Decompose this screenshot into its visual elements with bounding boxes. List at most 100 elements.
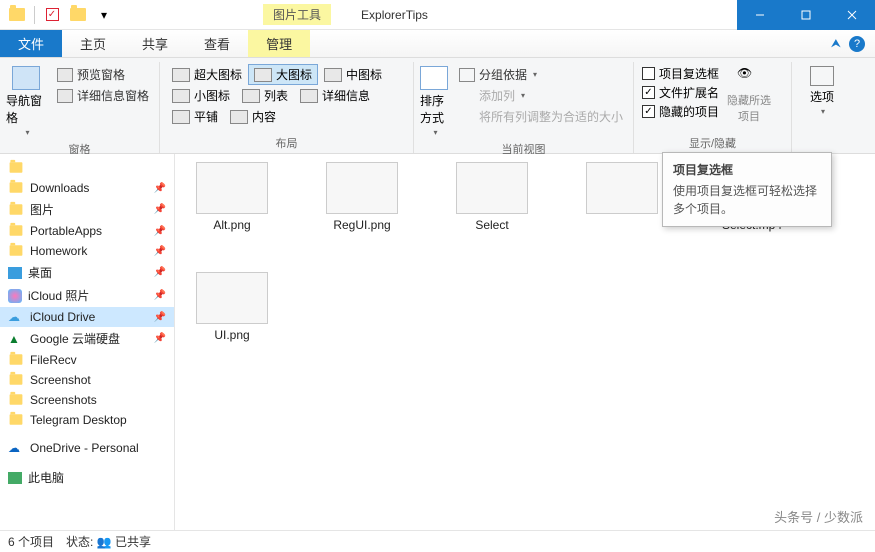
sort-icon — [420, 66, 448, 90]
nav-item[interactable]: 桌面📌 — [0, 261, 174, 284]
layout-content[interactable]: 内容 — [224, 106, 282, 127]
large-icon — [254, 68, 272, 82]
ribbon-tabs: 文件 主页 共享 查看 管理 ⮝ ? — [0, 30, 875, 58]
file-item[interactable]: RegUI.png — [317, 162, 407, 232]
ribbon-minimize-icon[interactable]: ⮝ — [831, 36, 841, 51]
nav-item[interactable]: Screenshots — [0, 390, 174, 410]
nav-item-this-pc[interactable]: 此电脑 — [0, 466, 174, 489]
layout-small[interactable]: 小图标 — [166, 85, 236, 106]
nav-pane-button[interactable]: 导航窗格 ▾ — [6, 64, 47, 139]
group-current-view: 排序方式 ▾ 分组依据▾ 添加列▾ 将所有列调整为合适的大小 当前视图 — [414, 62, 634, 153]
group-options: 选项 ▾ — [792, 62, 852, 153]
close-button[interactable] — [829, 0, 875, 30]
status-bar: 6 个项目 状态: 👥 已共享 — [0, 530, 875, 552]
file-item[interactable]: Select — [447, 162, 537, 232]
sort-label: 排序方式 — [420, 92, 449, 126]
icloud-photos-icon — [8, 289, 22, 303]
nav-item[interactable]: Homework📌 — [0, 241, 174, 261]
qat-dropdown-icon[interactable]: ▾ — [93, 4, 115, 26]
nav-item[interactable]: ▲Google 云端硬盘📌 — [0, 327, 174, 350]
quick-access-toolbar: ▾ — [0, 4, 121, 26]
minimize-button[interactable] — [737, 0, 783, 30]
file-item[interactable] — [577, 162, 667, 218]
layout-details[interactable]: 详细信息 — [294, 85, 376, 106]
chevron-down-icon: ▾ — [433, 128, 437, 137]
nav-item[interactable]: Screenshot — [0, 370, 174, 390]
item-checkboxes-toggle[interactable]: 项目复选框 — [640, 64, 721, 83]
file-item[interactable]: Alt.png — [187, 162, 277, 232]
titlebar: ▾ 图片工具 ExplorerTips — [0, 0, 875, 30]
folder-icon — [8, 413, 24, 427]
layout-medium[interactable]: 中图标 — [318, 64, 388, 85]
tooltip-title: 项目复选框 — [673, 161, 821, 178]
tiles-icon — [172, 110, 190, 124]
medium-icon — [324, 68, 342, 82]
layout-large[interactable]: 大图标 — [248, 64, 318, 85]
pin-icon: 📌 — [154, 204, 166, 215]
layout-tiles[interactable]: 平铺 — [166, 106, 224, 127]
hide-selected-button[interactable]: 👁 隐藏所选项目 — [727, 64, 771, 126]
group-by-button[interactable]: 分组依据▾ — [455, 64, 627, 85]
nav-item[interactable]: PortableApps📌 — [0, 221, 174, 241]
preview-pane-button[interactable]: 预览窗格 — [53, 64, 153, 85]
nav-item[interactable]: Downloads📌 — [0, 178, 174, 198]
tooltip-body: 使用项目复选框可轻松选择多个项目。 — [673, 182, 821, 218]
nav-item[interactable]: 图片📌 — [0, 198, 174, 221]
nav-item[interactable]: Telegram Desktop — [0, 410, 174, 430]
window-title: ExplorerTips — [361, 8, 428, 22]
pin-icon: 📌 — [154, 226, 166, 237]
tab-manage[interactable]: 管理 — [248, 30, 310, 57]
group-show-hide: 项目复选框 文件扩展名 隐藏的项目 👁 隐藏所选项目 显示/隐藏 — [634, 62, 792, 153]
tab-share[interactable]: 共享 — [124, 30, 186, 57]
checkbox-icon — [642, 86, 655, 99]
group-panes: 导航窗格 ▾ 预览窗格 详细信息窗格 窗格 — [0, 62, 160, 153]
nav-item[interactable] — [0, 158, 174, 178]
tab-view[interactable]: 查看 — [186, 30, 248, 57]
nav-item[interactable]: iCloud 照片📌 — [0, 284, 174, 307]
file-item[interactable]: UI.png — [187, 272, 277, 342]
nav-item[interactable]: FileRecv — [0, 350, 174, 370]
layout-extra-large[interactable]: 超大图标 — [166, 64, 248, 85]
small-icon — [172, 89, 190, 103]
pin-icon: 📌 — [154, 183, 166, 194]
hidden-items-toggle[interactable]: 隐藏的项目 — [640, 102, 721, 121]
group-layout-label: 布局 — [166, 133, 407, 153]
onedrive-icon: ☁ — [8, 441, 24, 455]
maximize-button[interactable] — [783, 0, 829, 30]
qat-checkbox-icon[interactable] — [41, 4, 63, 26]
checkbox-icon — [642, 67, 655, 80]
navigation-pane[interactable]: Downloads📌 图片📌 PortableApps📌 Homework📌 桌… — [0, 154, 175, 530]
layout-list[interactable]: 列表 — [236, 85, 294, 106]
add-columns-button: 添加列▾ — [455, 85, 627, 106]
details-icon — [300, 89, 318, 103]
nav-item-onedrive[interactable]: ☁OneDrive - Personal — [0, 438, 174, 458]
folder-app-icon — [6, 4, 28, 26]
hide-selected-icon: 👁 — [737, 66, 761, 90]
watermark: 头条号 / 少数派 — [774, 507, 863, 526]
tab-home[interactable]: 主页 — [62, 30, 124, 57]
thumbnail — [196, 162, 268, 214]
content-icon — [230, 110, 248, 124]
nav-pane-label: 导航窗格 — [6, 92, 47, 126]
sort-button[interactable]: 排序方式 ▾ — [420, 64, 449, 139]
pin-icon: 📌 — [154, 333, 166, 344]
file-extensions-toggle[interactable]: 文件扩展名 — [640, 83, 721, 102]
folder-icon — [8, 203, 24, 217]
qat-folder-icon[interactable] — [67, 4, 89, 26]
help-icon[interactable]: ? — [849, 36, 865, 52]
add-columns-icon — [459, 89, 475, 103]
icloud-drive-icon: ☁ — [8, 310, 24, 324]
folder-icon — [8, 161, 24, 175]
preview-pane-icon — [57, 68, 73, 82]
tab-file[interactable]: 文件 — [0, 30, 62, 57]
file-list-area[interactable]: Alt.png RegUI.png Select ▶Select.mp4 UI.… — [175, 154, 875, 530]
pin-icon: 📌 — [154, 267, 166, 278]
list-icon — [242, 89, 260, 103]
details-pane-button[interactable]: 详细信息窗格 — [53, 85, 153, 106]
nav-item-selected[interactable]: ☁iCloud Drive📌 — [0, 307, 174, 327]
options-button[interactable]: 选项 ▾ — [798, 64, 846, 118]
status-state: 状态: 👥 已共享 — [66, 533, 151, 550]
thumbnail — [196, 272, 268, 324]
checkbox-icon — [642, 105, 655, 118]
group-by-icon — [459, 68, 475, 82]
